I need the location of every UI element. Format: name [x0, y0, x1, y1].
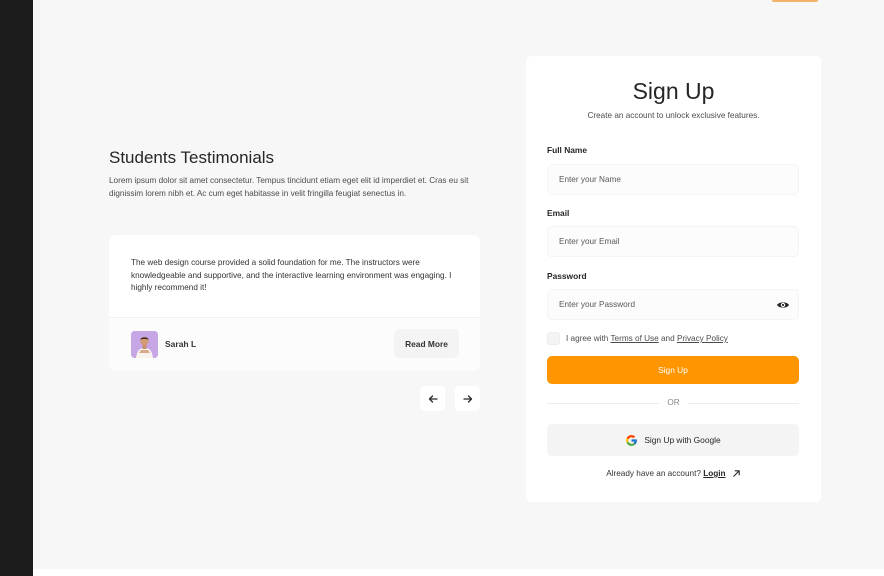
email-label: Email — [547, 208, 570, 218]
eye-icon[interactable] — [776, 298, 790, 312]
signup-subtitle: Create an account to unlock exclusive fe… — [587, 111, 760, 120]
password-input[interactable] — [547, 289, 799, 320]
signup-title: Sign Up — [632, 78, 715, 104]
login-row: Already have an account? Login — [526, 469, 821, 478]
footer-strip — [33, 569, 884, 576]
top-accent-bar — [772, 0, 818, 2]
google-signup-button[interactable]: Sign Up with Google — [547, 424, 799, 456]
testimonial-quote: The web design course provided a solid f… — [131, 258, 452, 293]
testimonials-title: Students Testimonials — [109, 148, 275, 167]
agree-text: I agree with Terms of Use and Privacy Po… — [566, 334, 728, 343]
google-icon — [626, 434, 638, 446]
full-name-label: Full Name — [547, 145, 588, 155]
signup-card: Sign Up Create an account to unlock excl… — [526, 56, 821, 502]
read-more-button[interactable]: Read More — [394, 329, 459, 358]
divider-line-left — [547, 403, 659, 404]
testimonial-footer: Sarah L Read More — [109, 317, 480, 371]
agree-prefix: I agree with — [566, 334, 609, 343]
full-name-input[interactable] — [547, 164, 799, 195]
avatar — [131, 331, 158, 358]
sidebar-strip — [0, 0, 33, 576]
terms-link[interactable]: Terms of Use — [610, 334, 658, 343]
signup-button[interactable]: Sign Up — [547, 356, 799, 384]
google-button-label: Sign Up with Google — [644, 435, 721, 445]
prev-button[interactable] — [420, 386, 445, 411]
agree-and: and — [660, 334, 675, 343]
arrow-right-icon — [462, 394, 472, 403]
email-input[interactable] — [547, 226, 799, 257]
agree-checkbox[interactable] — [547, 332, 560, 345]
login-link[interactable]: Login — [703, 469, 725, 478]
password-label: Password — [547, 271, 587, 281]
divider-line-right — [688, 403, 799, 404]
testimonials-description: Lorem ipsum dolor sit amet consectetur. … — [109, 176, 469, 198]
testimonial-card: The web design course provided a solid f… — [109, 235, 480, 371]
arrow-up-right-icon — [733, 470, 740, 478]
login-prompt: Already have an account? — [606, 469, 701, 478]
privacy-link[interactable]: Privacy Policy — [677, 334, 728, 343]
arrow-left-icon — [428, 394, 438, 403]
next-button[interactable] — [455, 386, 480, 411]
testimonial-author: Sarah L — [165, 339, 197, 349]
or-divider: OR — [667, 398, 680, 407]
